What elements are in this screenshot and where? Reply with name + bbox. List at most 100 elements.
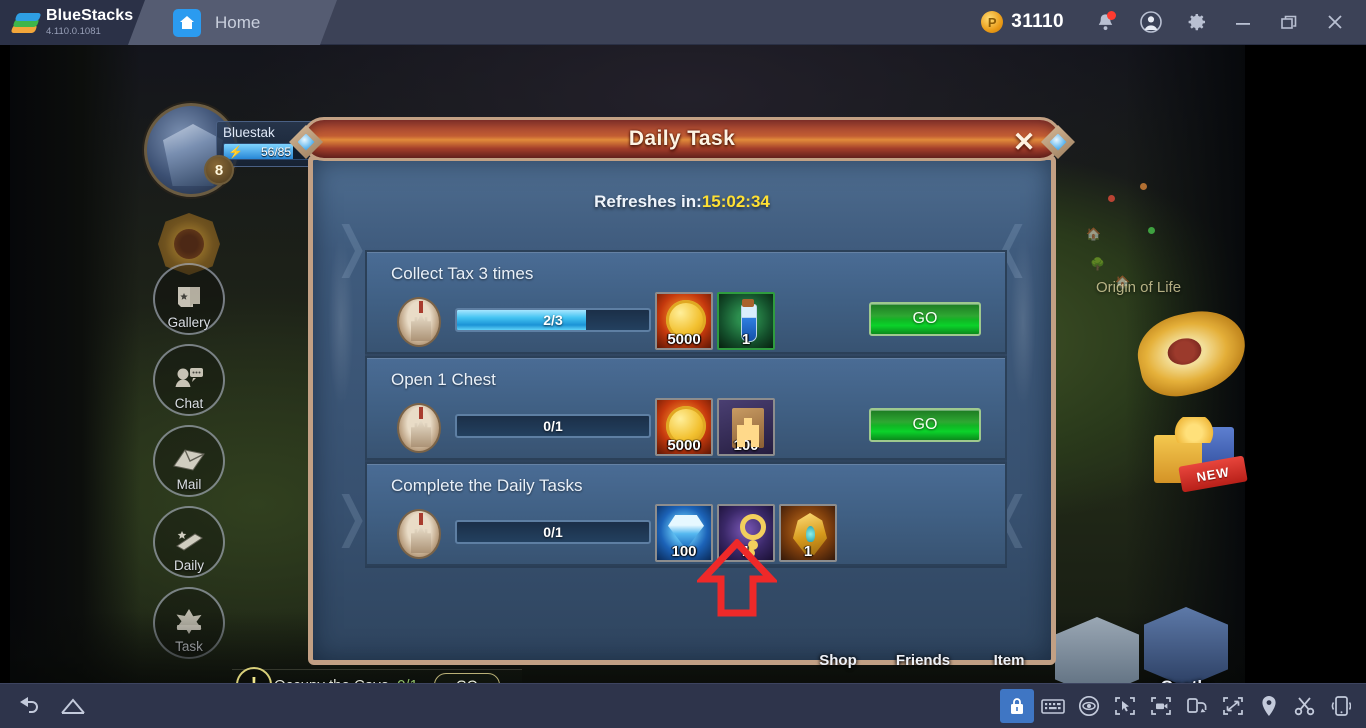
reward-coin[interactable]: 5000 — [655, 398, 713, 456]
reward-quantity: 5000 — [667, 331, 701, 348]
task-castle-icon — [397, 403, 441, 453]
chat-bubble-icon — [173, 365, 205, 396]
task-progress-bar: 0/1 — [455, 520, 651, 544]
app-root: BlueStacks 4.110.0.1081 Home Dungeon & H… — [0, 0, 1366, 728]
castle-icon — [1144, 607, 1228, 683]
bluestacks-titlebar: BlueStacks 4.110.0.1081 Home Dungeon & H… — [0, 0, 1366, 683]
minimize-icon[interactable] — [1222, 0, 1264, 45]
home-icon[interactable] — [56, 689, 90, 723]
maximize-icon[interactable] — [1268, 0, 1310, 45]
task-row[interactable]: Open 1 Chest 0/1 5000 100 GO — [365, 356, 1007, 460]
eye-icon[interactable] — [1072, 689, 1106, 723]
account-avatar-icon[interactable] — [1130, 0, 1172, 45]
bottom-tools — [1000, 689, 1366, 723]
task-progress-text: 0/1 — [543, 524, 563, 540]
refresh-time-value: 15:02:34 — [701, 192, 770, 211]
hud-tab-item-label: Item — [993, 652, 1025, 669]
task-row[interactable]: Collect Tax 3 times 2/3 5000 1 GO — [365, 250, 1007, 354]
reward-dragon-crest[interactable]: 1 — [779, 504, 837, 562]
envelope-icon — [172, 447, 206, 476]
pointer-frame-icon[interactable] — [1108, 689, 1142, 723]
scissors-icon[interactable] — [1288, 689, 1322, 723]
sidebar-item-chat[interactable]: Chat — [153, 344, 225, 416]
quest-alert-icon: ! — [236, 667, 272, 683]
map-hut-icon: 🏠 — [1086, 227, 1101, 241]
bluestacks-brand: BlueStacks 4.110.0.1081 — [0, 0, 162, 45]
sidebar-item-daily-label: Daily — [173, 558, 204, 573]
hud-tab-castle-label: Castle — [1160, 677, 1211, 683]
sidebar-item-mail-label: Mail — [176, 477, 202, 492]
task-progress-bar: 2/3 — [455, 308, 651, 332]
map-marker-red — [1108, 195, 1115, 202]
notification-bell-icon[interactable] — [1084, 0, 1126, 45]
task-title: Collect Tax 3 times — [391, 264, 534, 283]
titlebar-spacer — [320, 0, 981, 44]
settings-gear-icon[interactable] — [1176, 0, 1218, 45]
daily-task-dialog: ❭ ❬ ❭ ❬ Refreshes in:15:02:34 Collect Ta… — [289, 117, 1075, 665]
brand-name: BlueStacks — [46, 7, 134, 25]
task-castle-icon — [397, 509, 441, 559]
reward-book[interactable]: 100 — [717, 398, 775, 456]
annotation-up-arrow-icon — [694, 537, 780, 617]
rotate-screen-icon[interactable] — [1180, 689, 1214, 723]
home-icon — [173, 8, 201, 37]
gift-bow — [1172, 417, 1216, 443]
reward-quantity: 1 — [803, 543, 813, 560]
bottom-nav-left — [0, 689, 90, 723]
task-progress-text: 0/1 — [543, 418, 563, 434]
map-right-blackout — [1255, 45, 1366, 683]
map-marker-green — [1148, 227, 1155, 234]
task-go-button[interactable]: GO — [869, 408, 981, 442]
dialog-title: Daily Task — [628, 127, 736, 150]
hud-tab-castle[interactable]: Castle — [1138, 607, 1234, 683]
sidebar-item-gallery-label: Gallery — [167, 315, 211, 330]
task-go-button[interactable]: GO — [869, 302, 981, 336]
titlebar-actions: P 31110 — [981, 0, 1366, 44]
sidebar-item-daily[interactable]: Daily — [153, 506, 225, 578]
book-icon — [174, 284, 204, 315]
energy-bolt-icon: ⚡ — [228, 145, 243, 159]
brand-version: 4.110.0.1081 — [46, 26, 101, 38]
shake-device-icon[interactable] — [1324, 689, 1358, 723]
notification-badge — [1107, 10, 1116, 20]
reward-potion[interactable]: 1 — [717, 292, 775, 350]
task-row[interactable]: Complete the Daily Tasks 0/1 100 1 1 — [365, 462, 1007, 566]
tab-home[interactable]: Home — [128, 0, 337, 45]
record-video-icon[interactable] — [1144, 689, 1178, 723]
active-quest-strip[interactable]: ! Occupy the Cave 0/1 GO — [232, 667, 522, 683]
bluestacks-logo-icon — [10, 12, 42, 34]
refresh-label: Refreshes in: — [594, 192, 702, 211]
task-rewards: 5000 1 — [655, 292, 775, 350]
tab-home-label: Home — [215, 12, 261, 32]
sidebar-item-mail[interactable]: Mail — [153, 425, 225, 497]
map-region-label: Origin of Life — [1096, 279, 1182, 296]
quest-go-button[interactable]: GO — [433, 673, 500, 683]
keyboard-icon[interactable] — [1036, 689, 1070, 723]
lock-keymapping-icon[interactable] — [1000, 689, 1034, 723]
hud-tab-friends-label: Friends — [895, 652, 951, 669]
location-pin-icon[interactable] — [1252, 689, 1286, 723]
back-icon[interactable] — [12, 689, 46, 723]
sidebar-item-gallery[interactable]: Gallery — [153, 263, 225, 335]
dialog-body: ❭ ❬ ❭ ❬ Refreshes in:15:02:34 Collect Ta… — [308, 155, 1056, 665]
map-marker-orange — [1140, 183, 1147, 190]
game-viewport: 🏠 🌳 🏠 Origin of Life NEW Bluestak ⚡ 56/8… — [0, 45, 1366, 683]
dialog-close-button[interactable]: ✕ — [1007, 125, 1041, 159]
close-icon[interactable] — [1314, 0, 1356, 45]
reward-coin[interactable]: 5000 — [655, 292, 713, 350]
points-indicator[interactable]: P 31110 — [981, 11, 1064, 33]
hud-tab-shop-label: Shop — [819, 652, 857, 669]
sidebar-item-chat-label: Chat — [174, 396, 204, 411]
player-level-badge: 8 — [204, 155, 234, 185]
task-castle-icon — [397, 297, 441, 347]
hud-tab-hero[interactable]: Hero — [1049, 617, 1145, 683]
task-progress-bar: 0/1 — [455, 414, 651, 438]
points-amount: 31110 — [1011, 11, 1064, 32]
fullscreen-icon[interactable] — [1216, 689, 1250, 723]
hero-skull-icon — [1055, 617, 1139, 683]
task-title: Complete the Daily Tasks — [391, 476, 583, 495]
map-tree-icon: 🌳 — [1090, 257, 1105, 271]
gift-box-button[interactable]: NEW — [1150, 415, 1248, 493]
task-progress-text: 2/3 — [543, 312, 563, 328]
reward-quantity: 5000 — [667, 437, 701, 454]
